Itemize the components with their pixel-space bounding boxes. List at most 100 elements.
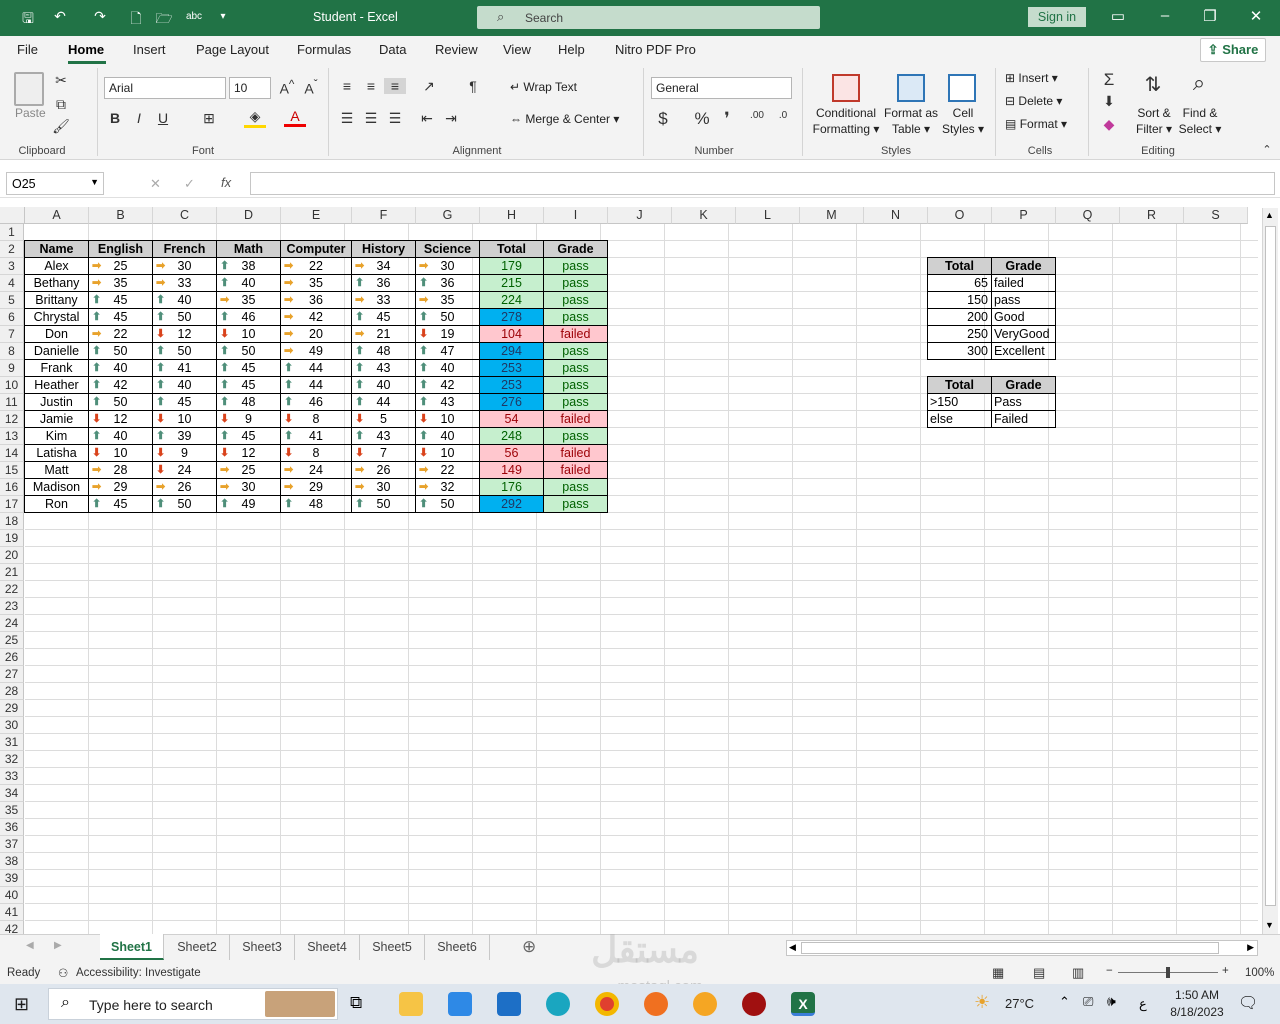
score-cell[interactable]: ⬆ 49 bbox=[216, 495, 281, 513]
row-header[interactable]: 19 bbox=[0, 530, 24, 547]
next-sheet-icon[interactable]: ▶ bbox=[54, 940, 62, 951]
font-size-select[interactable]: 10 bbox=[229, 77, 271, 99]
score-cell[interactable]: ⬆ 50 bbox=[415, 495, 480, 513]
student-name[interactable]: Jamie bbox=[24, 410, 89, 428]
sheet-tab-sheet6[interactable]: Sheet6 bbox=[425, 934, 490, 960]
row-header[interactable]: 11 bbox=[0, 394, 24, 411]
score-cell[interactable]: ⬆ 50 bbox=[88, 342, 153, 360]
page-layout-view-icon[interactable]: ▤ bbox=[1033, 965, 1045, 981]
weather-temp[interactable]: 27°C bbox=[1005, 996, 1034, 1011]
grade-cell[interactable]: failed bbox=[543, 410, 608, 428]
score-cell[interactable]: ➡ 35 bbox=[88, 274, 153, 292]
score-cell[interactable]: ⬆ 44 bbox=[280, 376, 352, 394]
score-cell[interactable]: ⬇ 24 bbox=[152, 461, 217, 479]
zoom-in-icon[interactable]: + bbox=[1222, 965, 1229, 977]
score-cell[interactable]: ⬇ 12 bbox=[152, 325, 217, 343]
column-header[interactable]: A bbox=[25, 207, 89, 224]
grade-cell[interactable]: pass bbox=[543, 291, 608, 309]
grade-cell[interactable]: pass bbox=[543, 376, 608, 394]
tab-nitro-pdf[interactable]: Nitro PDF Pro bbox=[615, 42, 696, 57]
column-header[interactable]: B bbox=[89, 207, 153, 224]
increase-indent-icon[interactable]: ⇥ bbox=[440, 110, 462, 127]
score-cell[interactable]: ⬆ 45 bbox=[88, 291, 153, 309]
grade-cell[interactable]: pass bbox=[543, 359, 608, 377]
edge-icon[interactable] bbox=[546, 992, 570, 1016]
tab-home[interactable]: Home bbox=[68, 42, 104, 57]
cut-icon[interactable]: ✂ bbox=[50, 72, 72, 89]
row-header[interactable]: 33 bbox=[0, 768, 24, 785]
row-header[interactable]: 34 bbox=[0, 785, 24, 802]
score-cell[interactable]: ⬆ 41 bbox=[280, 427, 352, 445]
bold-button[interactable]: B bbox=[104, 110, 126, 126]
score-cell[interactable]: ➡ 35 bbox=[280, 274, 352, 292]
tab-file[interactable]: File bbox=[17, 42, 38, 57]
row-header[interactable]: 3 bbox=[0, 258, 24, 275]
cell-styles-button[interactable]: Cell Styles ▾ bbox=[938, 105, 988, 137]
tab-page-layout[interactable]: Page Layout bbox=[196, 42, 269, 57]
score-cell[interactable]: ➡ 22 bbox=[88, 325, 153, 343]
borders-icon[interactable]: ⊞ bbox=[198, 110, 220, 127]
score-cell[interactable]: ➡ 32 bbox=[415, 478, 480, 496]
column-header[interactable]: N bbox=[864, 207, 928, 224]
column-header[interactable]: K bbox=[672, 207, 736, 224]
fill-color-icon[interactable]: ◈ bbox=[244, 108, 266, 128]
total-cell[interactable]: 292 bbox=[479, 495, 544, 513]
total-cell[interactable]: 54 bbox=[479, 410, 544, 428]
weather-icon[interactable]: ☀ bbox=[974, 992, 990, 1013]
score-cell[interactable]: ➡ 28 bbox=[88, 461, 153, 479]
score-cell[interactable]: ⬆ 45 bbox=[216, 376, 281, 394]
score-cell[interactable]: ➡ 21 bbox=[351, 325, 416, 343]
column-header[interactable]: J bbox=[608, 207, 672, 224]
lookup-total[interactable]: 150 bbox=[927, 291, 992, 309]
row-header[interactable]: 18 bbox=[0, 513, 24, 530]
row-header[interactable]: 35 bbox=[0, 802, 24, 819]
row-header[interactable]: 20 bbox=[0, 547, 24, 564]
row-header[interactable]: 5 bbox=[0, 292, 24, 309]
student-name[interactable]: Ron bbox=[24, 495, 89, 513]
student-name[interactable]: Danielle bbox=[24, 342, 89, 360]
font-name-select[interactable]: Arial bbox=[104, 77, 226, 99]
score-cell[interactable]: ⬆ 45 bbox=[152, 393, 217, 411]
total-cell[interactable]: 253 bbox=[479, 376, 544, 394]
score-cell[interactable]: ⬆ 40 bbox=[415, 359, 480, 377]
grade-cell[interactable]: pass bbox=[543, 495, 608, 513]
column-header[interactable]: P bbox=[992, 207, 1056, 224]
row-header[interactable]: 32 bbox=[0, 751, 24, 768]
student-name[interactable]: Frank bbox=[24, 359, 89, 377]
collapse-ribbon-icon[interactable]: ⌃ bbox=[1256, 143, 1278, 156]
row-header[interactable]: 12 bbox=[0, 411, 24, 428]
tab-review[interactable]: Review bbox=[435, 42, 478, 57]
save-icon[interactable]: 🖫 bbox=[18, 8, 38, 32]
total-cell[interactable]: 294 bbox=[479, 342, 544, 360]
tab-insert[interactable]: Insert bbox=[133, 42, 166, 57]
row-header[interactable]: 8 bbox=[0, 343, 24, 360]
score-cell[interactable]: ⬆ 43 bbox=[351, 359, 416, 377]
total-cell[interactable]: 224 bbox=[479, 291, 544, 309]
vertical-scroll-thumb[interactable] bbox=[1265, 226, 1276, 906]
score-cell[interactable]: ⬇ 10 bbox=[88, 444, 153, 462]
row-header[interactable]: 22 bbox=[0, 581, 24, 598]
microsoft-store-icon[interactable] bbox=[448, 992, 472, 1016]
new-sheet-icon[interactable]: ⊕ bbox=[522, 937, 536, 957]
excel-taskbar-icon[interactable]: X bbox=[791, 992, 815, 1016]
score-cell[interactable]: ⬆ 50 bbox=[415, 308, 480, 326]
score-cell[interactable]: ⬆ 46 bbox=[216, 308, 281, 326]
score-cell[interactable]: ➡ 25 bbox=[216, 461, 281, 479]
taskbar-search-box[interactable]: ⌕ Type here to search bbox=[48, 988, 338, 1020]
score-cell[interactable]: ⬆ 43 bbox=[351, 427, 416, 445]
score-cell[interactable]: ⬆ 48 bbox=[280, 495, 352, 513]
rule-header[interactable]: Total bbox=[927, 376, 992, 394]
score-cell[interactable]: ⬆ 50 bbox=[152, 308, 217, 326]
score-cell[interactable]: ⬆ 45 bbox=[88, 495, 153, 513]
score-cell[interactable]: ➡ 49 bbox=[280, 342, 352, 360]
row-header[interactable]: 39 bbox=[0, 870, 24, 887]
score-cell[interactable]: ⬆ 48 bbox=[351, 342, 416, 360]
score-cell[interactable]: ⬆ 45 bbox=[216, 427, 281, 445]
sign-in-button[interactable]: Sign in bbox=[1028, 7, 1086, 27]
column-header[interactable]: C bbox=[153, 207, 217, 224]
horizontal-scrollbar[interactable]: ◀ ▶ bbox=[786, 940, 1258, 956]
number-format-select[interactable]: General bbox=[651, 77, 792, 99]
score-cell[interactable]: ➡ 34 bbox=[351, 257, 416, 275]
close-icon[interactable]: ✕ bbox=[1246, 7, 1266, 25]
score-cell[interactable]: ⬇ 12 bbox=[88, 410, 153, 428]
